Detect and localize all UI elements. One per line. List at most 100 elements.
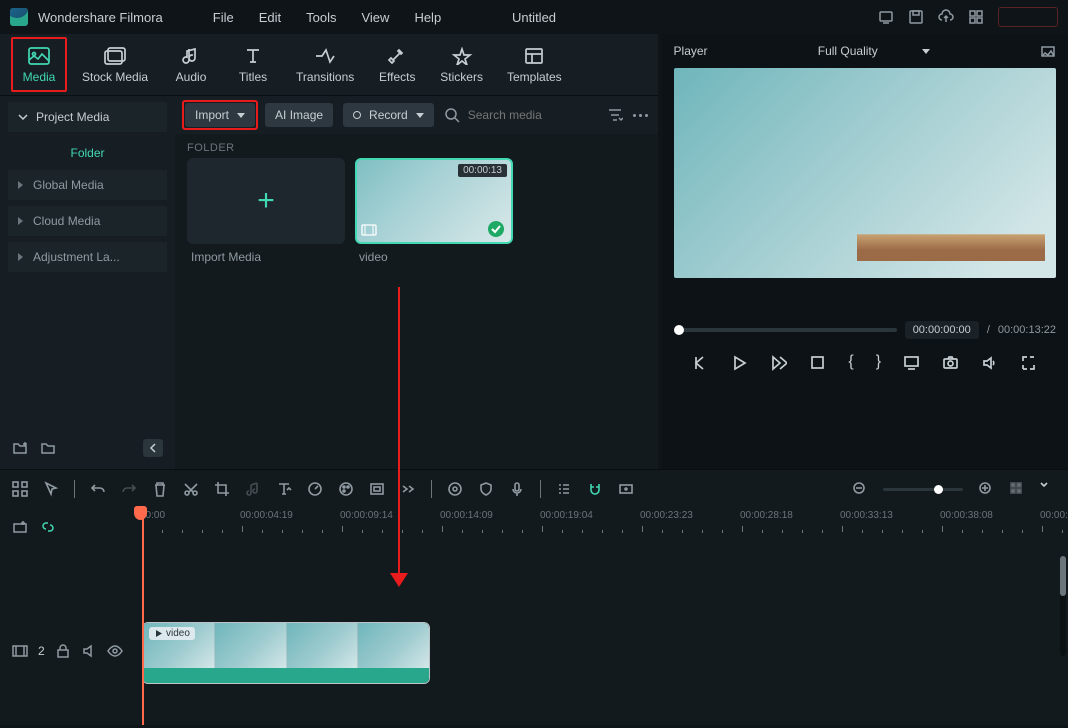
menu-view[interactable]: View xyxy=(361,10,389,25)
more-tools-icon[interactable] xyxy=(400,481,416,497)
check-circle-icon xyxy=(487,220,505,238)
folder-section-label: FOLDER xyxy=(175,134,658,158)
tab-stickers[interactable]: Stickers xyxy=(428,34,495,95)
import-button[interactable]: Import xyxy=(185,103,255,127)
time-ruler[interactable]: 00:0000:00:04:1900:00:09:1400:00:14:0900… xyxy=(140,508,1068,546)
marker-icon[interactable] xyxy=(447,481,463,497)
folder-heading[interactable]: Folder xyxy=(8,138,167,164)
tracks-area[interactable]: video xyxy=(140,546,1068,725)
snapshot-icon[interactable] xyxy=(1040,43,1056,59)
timeline-clip[interactable]: video xyxy=(142,622,430,684)
search-input[interactable] xyxy=(466,107,596,123)
library-sidebar: Project Media Folder Global Media Cloud … xyxy=(0,96,175,469)
video-thumbnail[interactable]: 00:00:13 xyxy=(355,158,513,244)
redo-icon[interactable] xyxy=(121,481,137,497)
lock-icon[interactable] xyxy=(55,643,71,659)
add-track-icon[interactable] xyxy=(12,519,28,535)
separator xyxy=(431,480,432,498)
ai-image-button[interactable]: AI Image xyxy=(265,103,333,127)
cloud-upload-icon[interactable] xyxy=(938,9,954,25)
apps-grid-icon[interactable] xyxy=(968,9,984,25)
menu-file[interactable]: File xyxy=(213,10,234,25)
mask-icon[interactable] xyxy=(369,481,385,497)
add-media-thumb[interactable]: + xyxy=(187,158,345,244)
mark-out-icon[interactable]: } xyxy=(876,353,881,371)
progress-bar[interactable] xyxy=(674,328,897,332)
tab-media[interactable]: Media xyxy=(8,34,70,95)
video-track-head: 2 xyxy=(0,621,140,681)
tab-titles[interactable]: Titles xyxy=(222,34,284,95)
mic-icon[interactable] xyxy=(509,481,525,497)
sidebar-header[interactable]: Project Media xyxy=(8,102,167,132)
undo-icon[interactable] xyxy=(90,481,106,497)
volume-icon[interactable] xyxy=(981,354,998,371)
folder-icon[interactable] xyxy=(40,440,56,456)
prev-frame-icon[interactable] xyxy=(692,354,709,371)
widgets-icon[interactable] xyxy=(12,481,28,497)
playhead-line[interactable] xyxy=(142,508,144,725)
quality-dropdown[interactable]: Full Quality xyxy=(814,42,934,60)
speed-icon[interactable] xyxy=(307,481,323,497)
filter-icon[interactable] xyxy=(607,107,623,123)
screen-icon[interactable] xyxy=(878,9,894,25)
list-icon[interactable] xyxy=(556,481,572,497)
caret-down-icon[interactable] xyxy=(1040,481,1056,497)
menu-edit[interactable]: Edit xyxy=(259,10,281,25)
delete-icon[interactable] xyxy=(152,481,168,497)
play-forward-icon[interactable] xyxy=(770,354,787,371)
zoom-in-icon[interactable] xyxy=(978,481,994,497)
ruler-tick: 00:00:38:08 xyxy=(940,510,993,521)
play-icon[interactable] xyxy=(731,354,748,371)
menu-tools[interactable]: Tools xyxy=(306,10,336,25)
stop-icon[interactable] xyxy=(809,354,826,371)
account-placeholder[interactable] xyxy=(998,7,1058,27)
more-menu-icon[interactable] xyxy=(633,114,648,117)
media-item-video[interactable]: 00:00:13 video xyxy=(355,158,513,264)
preview-panel: Player Full Quality 00:00:00:00 / 00:00:… xyxy=(662,34,1068,469)
scrollbar-thumb[interactable] xyxy=(1060,556,1066,596)
text-icon[interactable] xyxy=(276,481,292,497)
save-icon[interactable] xyxy=(908,9,924,25)
cut-icon[interactable] xyxy=(183,481,199,497)
grid-view-icon[interactable] xyxy=(1009,481,1025,497)
mute-icon[interactable] xyxy=(81,643,97,659)
frame-icon[interactable] xyxy=(618,481,634,497)
visibility-icon[interactable] xyxy=(107,643,123,659)
tab-audio[interactable]: Audio xyxy=(160,34,222,95)
fullscreen-icon[interactable] xyxy=(1020,354,1037,371)
collapse-button[interactable] xyxy=(143,439,163,457)
zoom-out-icon[interactable] xyxy=(852,481,868,497)
tab-effects[interactable]: Effects xyxy=(366,34,428,95)
video-track-icon[interactable] xyxy=(12,643,28,659)
cursor-icon[interactable] xyxy=(43,481,59,497)
magnet-icon[interactable] xyxy=(587,481,603,497)
audio-icon[interactable] xyxy=(245,481,261,497)
search-media[interactable] xyxy=(444,107,597,123)
zoom-knob[interactable] xyxy=(934,485,943,494)
progress-bar-row: 00:00:00:00 / 00:00:13:22 xyxy=(662,318,1068,342)
library-panel: Media Stock Media Audio Titles Transitio… xyxy=(0,34,658,469)
tab-stock-media[interactable]: Stock Media xyxy=(70,34,160,95)
shield-icon[interactable] xyxy=(478,481,494,497)
zoom-slider[interactable] xyxy=(883,488,963,491)
camera-icon[interactable] xyxy=(942,354,959,371)
tab-transitions[interactable]: Transitions xyxy=(284,34,366,95)
new-folder-icon[interactable] xyxy=(12,440,28,456)
import-media-tile[interactable]: + Import Media xyxy=(187,158,345,264)
mark-in-icon[interactable]: { xyxy=(848,353,853,371)
progress-playhead[interactable] xyxy=(674,325,684,335)
record-button[interactable]: Record xyxy=(343,103,434,127)
menu-help[interactable]: Help xyxy=(414,10,441,25)
link-icon[interactable] xyxy=(40,519,56,535)
playhead-handle[interactable] xyxy=(134,506,147,520)
sidebar-item-cloud[interactable]: Cloud Media xyxy=(8,206,167,236)
ruler-tick: 00:00:33:13 xyxy=(840,510,893,521)
color-icon[interactable] xyxy=(338,481,354,497)
sidebar-item-adjustment[interactable]: Adjustment La... xyxy=(8,242,167,272)
sidebar-item-global[interactable]: Global Media xyxy=(8,170,167,200)
preview-video[interactable] xyxy=(674,68,1056,278)
ruler-tick: 00:00:14:09 xyxy=(440,510,493,521)
display-icon[interactable] xyxy=(903,354,920,371)
crop-icon[interactable] xyxy=(214,481,230,497)
tab-templates[interactable]: Templates xyxy=(495,34,574,95)
